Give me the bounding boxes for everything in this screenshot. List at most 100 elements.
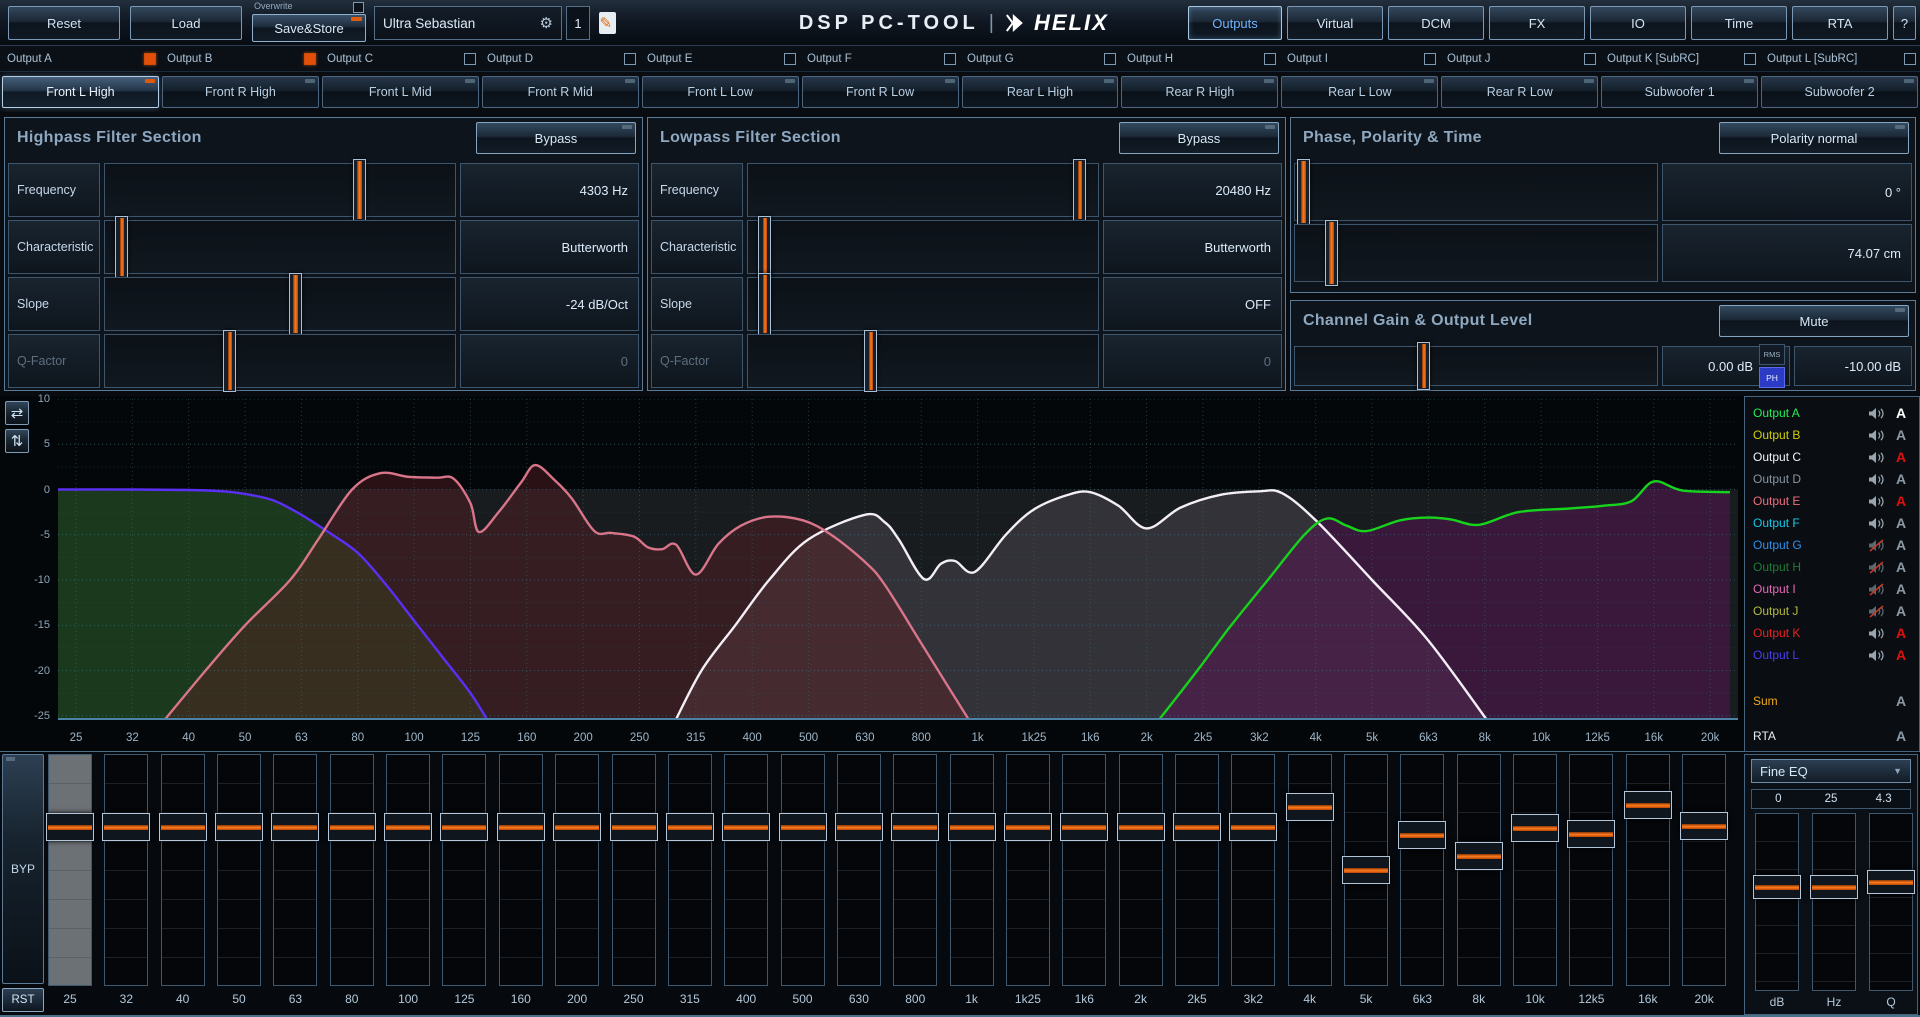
eq-band-1k25[interactable]: [1006, 754, 1050, 986]
load-button[interactable]: Load: [130, 6, 242, 40]
eq-band-4k[interactable]: [1288, 754, 1332, 986]
slider-handle[interactable]: [353, 159, 366, 221]
output-checkbox-output-k-subrc[interactable]: [1744, 53, 1756, 65]
eq-band-handle-1k[interactable]: [948, 813, 996, 841]
output-checkbox-output-d[interactable]: [624, 53, 636, 65]
analog-badge[interactable]: A: [1891, 581, 1911, 597]
nav-rta[interactable]: RTA: [1792, 6, 1888, 40]
eq-band-8k[interactable]: [1457, 754, 1501, 986]
legend-label[interactable]: Output I: [1753, 582, 1868, 596]
eq-band-20k[interactable]: [1682, 754, 1726, 986]
analog-badge[interactable]: A: [1891, 603, 1911, 619]
preset-name-field[interactable]: Ultra Sebastian ⚙: [374, 6, 562, 40]
eq-band-handle-630[interactable]: [835, 813, 883, 841]
fine-eq-slider-hz[interactable]: [1812, 813, 1856, 991]
output-checkbox-output-b[interactable]: [304, 53, 316, 65]
rms-ph-toggle[interactable]: RMS PH: [1759, 344, 1785, 388]
fine-eq-handle-hz[interactable]: [1810, 875, 1858, 899]
output-checkbox-output-j[interactable]: [1584, 53, 1596, 65]
channel-tab-subwoofer-1[interactable]: Subwoofer 1: [1601, 76, 1758, 108]
highpass-characteristic-slider[interactable]: [104, 220, 456, 274]
legend-label[interactable]: Output L: [1753, 648, 1868, 662]
analog-badge[interactable]: A: [1891, 405, 1911, 421]
slider-handle[interactable]: [289, 273, 302, 335]
speaker-icon[interactable]: [1868, 429, 1885, 442]
highpass-frequency-slider[interactable]: [104, 163, 456, 217]
analog-badge[interactable]: A: [1891, 493, 1911, 509]
response-curves[interactable]: [58, 399, 1738, 729]
output-checkbox-output-e[interactable]: [784, 53, 796, 65]
eq-band-handle-2k[interactable]: [1117, 813, 1165, 841]
eq-band-handle-800[interactable]: [891, 813, 939, 841]
fine-eq-slider-q[interactable]: [1869, 813, 1913, 991]
channel-tab-rear-l-high[interactable]: Rear L High: [962, 76, 1119, 108]
time-distance-slider[interactable]: [1294, 224, 1658, 282]
speaker-icon[interactable]: [1868, 649, 1885, 662]
eq-band-handle-5k[interactable]: [1342, 856, 1390, 884]
nav-dcm[interactable]: DCM: [1388, 6, 1484, 40]
eq-band-handle-160[interactable]: [497, 813, 545, 841]
eq-band-2k5[interactable]: [1175, 754, 1219, 986]
eq-band-80[interactable]: [330, 754, 374, 986]
plot-area[interactable]: [58, 399, 1738, 729]
analog-badge[interactable]: A: [1891, 728, 1911, 744]
eq-band-400[interactable]: [724, 754, 768, 986]
channel-tab-rear-r-low[interactable]: Rear R Low: [1441, 76, 1598, 108]
slider-handle[interactable]: [864, 330, 877, 392]
eq-band-handle-200[interactable]: [553, 813, 601, 841]
reset-button[interactable]: Reset: [8, 6, 120, 40]
channel-tab-rear-r-high[interactable]: Rear R High: [1121, 76, 1278, 108]
save-store-button[interactable]: Save&Store: [252, 14, 366, 42]
eq-band-500[interactable]: [781, 754, 825, 986]
nav-fx[interactable]: FX: [1489, 6, 1585, 40]
eq-band-handle-125[interactable]: [440, 813, 488, 841]
eq-band-800[interactable]: [893, 754, 937, 986]
eq-band-200[interactable]: [555, 754, 599, 986]
output-checkbox-output-f[interactable]: [944, 53, 956, 65]
eq-band-1k[interactable]: [950, 754, 994, 986]
slider-handle[interactable]: [115, 216, 128, 278]
legend-label[interactable]: Output K: [1753, 626, 1868, 640]
nav-outputs[interactable]: Outputs: [1188, 6, 1282, 40]
time-distance-slider-handle[interactable]: [1325, 220, 1338, 286]
eq-band-handle-100[interactable]: [384, 813, 432, 841]
slider-handle[interactable]: [758, 273, 771, 335]
legend-label[interactable]: Sum: [1753, 694, 1891, 708]
channel-tab-front-r-high[interactable]: Front R High: [162, 76, 319, 108]
legend-label[interactable]: Output D: [1753, 472, 1868, 486]
lowpass-characteristic-slider[interactable]: [747, 220, 1099, 274]
eq-band-125[interactable]: [442, 754, 486, 986]
legend-label[interactable]: Output J: [1753, 604, 1868, 618]
analog-badge[interactable]: A: [1891, 471, 1911, 487]
overwrite-checkbox[interactable]: [353, 2, 364, 13]
eq-band-handle-2k5[interactable]: [1173, 813, 1221, 841]
eq-band-handle-8k[interactable]: [1455, 842, 1503, 870]
lowpass-q-factor-slider[interactable]: [747, 334, 1099, 388]
eq-band-handle-25[interactable]: [46, 813, 94, 841]
eq-band-handle-1k25[interactable]: [1004, 813, 1052, 841]
eq-band-handle-500[interactable]: [779, 813, 827, 841]
output-checkbox-output-l-subrc[interactable]: [1904, 53, 1916, 65]
eq-band-handle-315[interactable]: [666, 813, 714, 841]
speaker-icon[interactable]: [1868, 451, 1885, 464]
fine-eq-handle-db[interactable]: [1753, 875, 1801, 899]
channel-tab-front-l-low[interactable]: Front L Low: [642, 76, 799, 108]
eq-band-handle-50[interactable]: [215, 813, 263, 841]
legend-label[interactable]: Output G: [1753, 538, 1868, 552]
analog-badge[interactable]: A: [1891, 693, 1911, 709]
legend-label[interactable]: Output F: [1753, 516, 1868, 530]
legend-label[interactable]: Output E: [1753, 494, 1868, 508]
gain-slider[interactable]: [1294, 346, 1658, 386]
eq-band-3k2[interactable]: [1231, 754, 1275, 986]
eq-band-6k3[interactable]: [1400, 754, 1444, 986]
eq-band-handle-3k2[interactable]: [1229, 813, 1277, 841]
mute-button[interactable]: Mute: [1719, 305, 1909, 337]
highpass-q-factor-slider[interactable]: [104, 334, 456, 388]
legend-label[interactable]: Output C: [1753, 450, 1868, 464]
analog-badge[interactable]: A: [1891, 647, 1911, 663]
eq-band-handle-40[interactable]: [159, 813, 207, 841]
gear-icon[interactable]: ⚙: [540, 14, 553, 32]
channel-tab-front-l-high[interactable]: Front L High: [2, 76, 159, 108]
slider-handle[interactable]: [758, 216, 771, 278]
eq-band-handle-250[interactable]: [610, 813, 658, 841]
